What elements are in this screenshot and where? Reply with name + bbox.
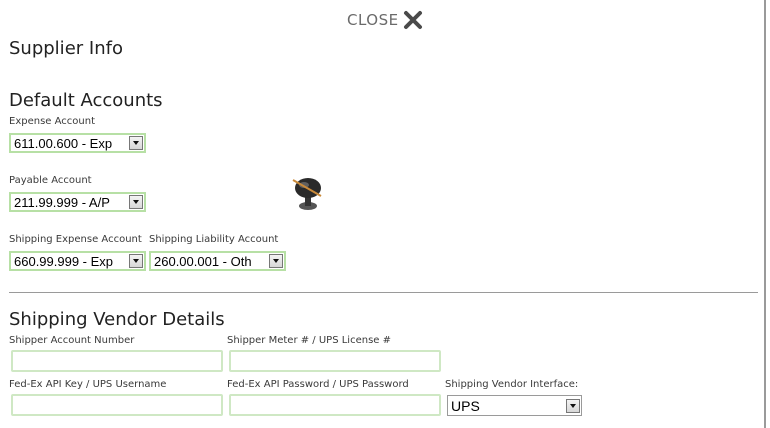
expense-account-label: Expense Account — [9, 116, 95, 127]
close-button[interactable]: CLOSE — [347, 10, 423, 30]
default-accounts-title: Default Accounts — [9, 90, 163, 111]
api-password-input[interactable] — [229, 394, 441, 416]
payable-account-label: Payable Account — [9, 175, 92, 186]
shipper-meter-license-input[interactable] — [229, 350, 441, 372]
busy-cursor-icon — [292, 178, 322, 210]
close-label: CLOSE — [347, 11, 399, 29]
shipping-liability-account-select[interactable]: 260.00.001 - Oth — [149, 251, 286, 271]
supplier-info-title: Supplier Info — [9, 38, 123, 59]
expense-account-value: 611.00.600 - Exp — [14, 135, 113, 151]
close-icon — [403, 11, 422, 29]
api-key-username-input[interactable] — [11, 394, 223, 416]
dialog-frame: CLOSE Supplier Info Default Accounts Exp… — [0, 0, 766, 428]
api-password-label: Fed-Ex API Password / UPS Password — [227, 379, 409, 390]
shipper-account-number-label: Shipper Account Number — [9, 335, 135, 346]
shipping-vendor-interface-select[interactable]: UPS — [447, 395, 582, 416]
chevron-down-icon — [129, 254, 143, 268]
shipping-vendor-interface-value: UPS — [451, 397, 480, 414]
shipping-expense-account-select[interactable]: 660.99.999 - Exp — [9, 251, 146, 271]
chevron-down-icon — [129, 136, 143, 150]
shipping-expense-account-label: Shipping Expense Account — [9, 234, 142, 245]
payable-account-select[interactable]: 211.99.999 - A/P — [9, 192, 146, 212]
shipping-vendor-details-title: Shipping Vendor Details — [9, 309, 225, 330]
shipping-liability-account-label: Shipping Liability Account — [149, 234, 279, 245]
shipper-account-number-input[interactable] — [11, 350, 223, 372]
section-divider — [9, 292, 758, 293]
shipping-liability-account-value: 260.00.001 - Oth — [154, 253, 252, 269]
payable-account-value: 211.99.999 - A/P — [14, 194, 110, 210]
chevron-down-icon — [566, 398, 580, 413]
chevron-down-icon — [269, 254, 283, 268]
expense-account-select[interactable]: 611.00.600 - Exp — [9, 133, 146, 153]
shipper-meter-license-label: Shipper Meter # / UPS License # — [227, 335, 391, 346]
chevron-down-icon — [129, 195, 143, 209]
shipping-vendor-interface-label: Shipping Vendor Interface: — [445, 379, 579, 390]
shipping-expense-account-value: 660.99.999 - Exp — [14, 253, 114, 269]
api-key-username-label: Fed-Ex API Key / UPS Username — [9, 379, 167, 390]
